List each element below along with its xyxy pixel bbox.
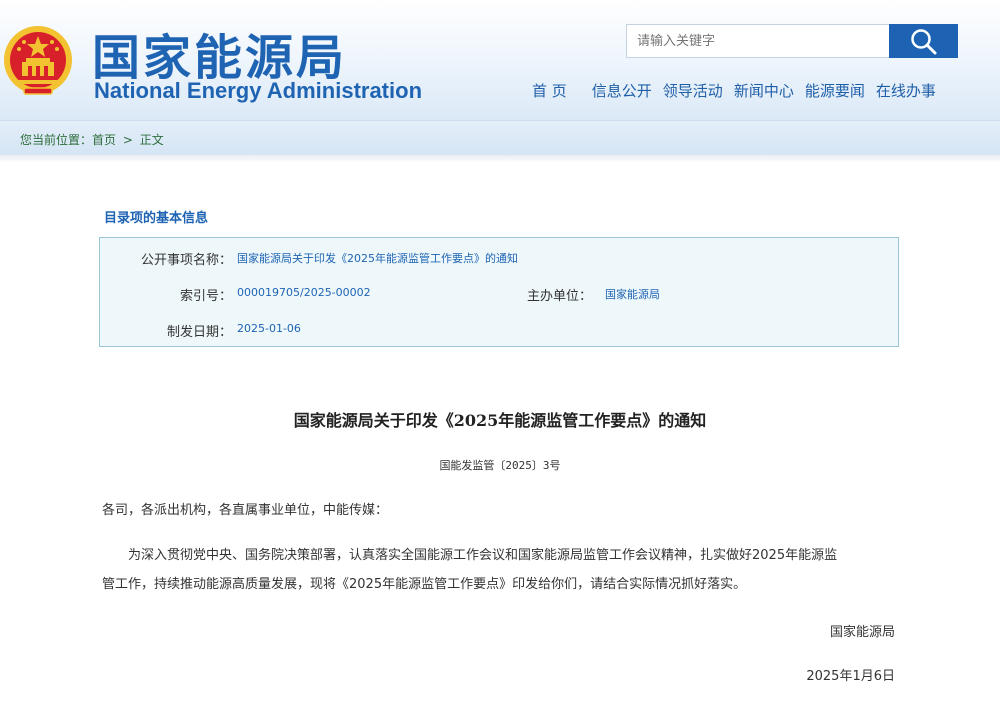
info-table: 公开事项名称： 国家能源局关于印发《2025年能源监管工作要点》的通知 索引号：… — [99, 237, 899, 347]
header-shadow — [0, 155, 1000, 163]
search-box — [626, 24, 958, 58]
document-title: 国家能源局关于印发《2025年能源监管工作要点》的通知 — [293, 411, 707, 430]
info-org-value: 国家能源局 — [605, 288, 660, 301]
search-icon — [910, 29, 936, 55]
site-title-en: National Energy Administration — [94, 78, 423, 103]
info-index-label: 索引号： — [179, 289, 232, 304]
page-header: 国家能源局 National Energy Administration 首 页… — [0, 0, 1000, 120]
document-number: 国能发监管〔2025〕3号 — [439, 459, 561, 472]
main-nav: 首 页 信息公开 领导活动 新闻中心 能源要闻 在线办事 — [532, 80, 936, 101]
document-signature: 国家能源局 — [829, 625, 895, 640]
info-section-title: 目录项的基本信息 — [104, 211, 209, 226]
breadcrumb: 您当前位置：首页 > 正文 — [20, 131, 164, 148]
info-date-label: 制发日期： — [166, 325, 232, 340]
info-org-label: 主办单位： — [526, 289, 592, 304]
document-body-line-2: 管工作，持续推动能源高质量发展，现将《2025年能源监管工作要点》印发给你们，请… — [102, 577, 747, 592]
search-button[interactable] — [889, 24, 958, 58]
nav-item-online-services[interactable]: 在线办事 — [876, 80, 936, 101]
nav-item-home[interactable]: 首 页 — [532, 80, 567, 101]
info-index-value: 000019705/2025-00002 — [237, 286, 371, 299]
info-name-label: 公开事项名称： — [140, 253, 232, 268]
document-salutation: 各司，各派出机构，各直属事业单位，中能传媒： — [102, 503, 389, 518]
nav-item-leadership[interactable]: 领导活动 — [663, 80, 723, 101]
breadcrumb-current: 正文 — [139, 133, 164, 147]
breadcrumb-bar: 您当前位置：首页 > 正文 — [0, 120, 1000, 155]
breadcrumb-prefix: 您当前位置： — [20, 133, 93, 147]
nav-item-energy-news[interactable]: 能源要闻 — [805, 80, 865, 101]
breadcrumb-separator: > — [122, 133, 133, 147]
info-name-value: 国家能源局关于印发《2025年能源监管工作要点》的通知 — [237, 252, 518, 265]
nav-item-news[interactable]: 新闻中心 — [734, 80, 794, 101]
breadcrumb-home-link[interactable]: 首页 — [92, 133, 116, 147]
info-date-value: 2025-01-06 — [237, 322, 301, 335]
document-date: 2025年1月6日 — [806, 669, 895, 684]
nav-item-info-disclosure[interactable]: 信息公开 — [592, 80, 652, 101]
search-input[interactable] — [626, 24, 889, 58]
document-body-line-1: 为深入贯彻党中央、国务院决策部署，认真落实全国能源工作会议和国家能源局监管工作会… — [128, 548, 838, 563]
national-emblem-icon — [4, 26, 72, 95]
